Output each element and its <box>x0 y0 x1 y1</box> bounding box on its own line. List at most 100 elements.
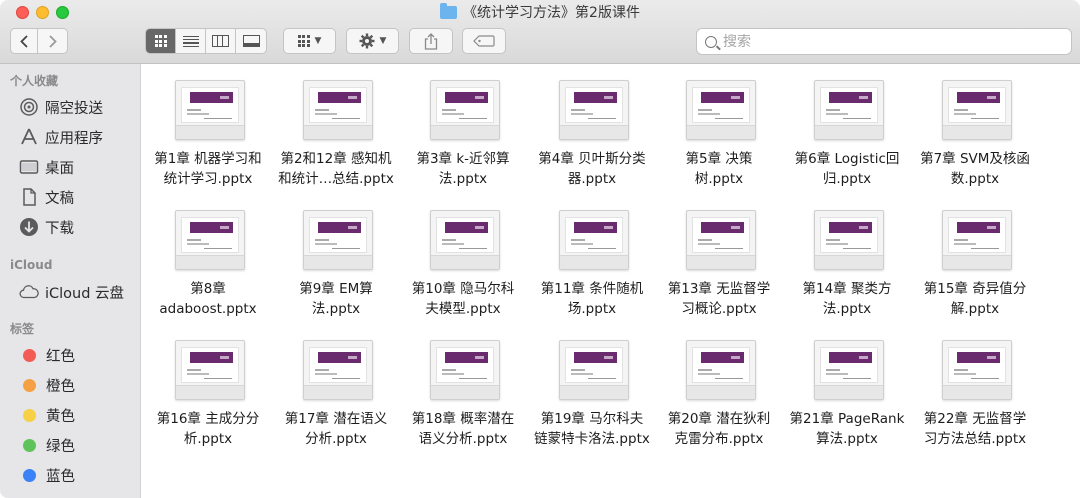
window-title-text: 《统计学习方法》第2版课件 <box>463 5 640 21</box>
tag-item-blue[interactable]: 蓝色 <box>19 463 75 487</box>
file-name: 第5章 决策 树.pptx <box>655 149 783 189</box>
file-name-line: 第22章 无监督学 <box>923 411 1027 427</box>
file-name: 第19章 马尔科夫 链蒙特卡洛法.pptx <box>528 409 656 449</box>
file-name-line: 第1章 机器学习和 <box>154 151 262 167</box>
file-name-line: 语义分析.pptx <box>418 431 508 447</box>
file-name-line: 归.pptx <box>822 171 872 187</box>
pptx-thumbnail-icon <box>942 340 1012 400</box>
list-view-button[interactable] <box>176 29 206 53</box>
sidebar-item-desktop[interactable]: 桌面 <box>19 155 74 179</box>
search-icon <box>705 35 717 48</box>
share-button[interactable] <box>409 28 453 54</box>
search-field[interactable] <box>696 28 1072 55</box>
file-item[interactable]: 第13章 无监督学 习概论.pptx <box>655 194 783 322</box>
file-name-line: 第4章 贝叶斯分类 <box>538 151 646 167</box>
file-item[interactable]: 第1章 机器学习和 统计学习.pptx <box>144 64 272 192</box>
orange-tag-dot-icon <box>23 378 36 392</box>
file-item[interactable]: 第2和12章 感知机 和统计…总结.pptx <box>272 64 400 192</box>
file-item[interactable]: 第11章 条件随机 场.pptx <box>528 194 656 322</box>
file-item[interactable]: 第14章 聚类方 法.pptx <box>783 194 911 322</box>
file-item[interactable]: 第5章 决策 树.pptx <box>655 64 783 192</box>
file-name-line: 树.pptx <box>694 171 744 187</box>
file-item[interactable]: 第18章 概率潜在 语义分析.pptx <box>399 324 527 452</box>
applications-icon <box>19 127 39 147</box>
file-name-line: 法.pptx <box>438 171 488 187</box>
file-name-line: 场.pptx <box>567 301 617 317</box>
icloud-header: iCloud <box>10 258 53 272</box>
sidebar-item-airdrop[interactable]: 隔空投送 <box>19 95 103 119</box>
tag-item-red[interactable]: 红色 <box>19 343 75 367</box>
file-name-line: 第8章 <box>190 281 226 297</box>
action-button[interactable]: ▼ <box>346 28 399 54</box>
back-button[interactable] <box>10 28 38 54</box>
file-name-line: 算法.pptx <box>816 431 878 447</box>
pptx-thumbnail-icon <box>430 80 500 140</box>
file-name: 第14章 聚类方 法.pptx <box>783 279 911 319</box>
file-item[interactable]: 第21章 PageRank 算法.pptx <box>783 324 911 452</box>
pptx-thumbnail-icon <box>686 210 756 270</box>
cloud-icon <box>19 282 39 302</box>
file-item[interactable]: 第15章 奇异值分 解.pptx <box>911 194 1039 322</box>
airdrop-icon <box>19 97 39 117</box>
tag-item-green[interactable]: 绿色 <box>19 433 75 457</box>
file-item[interactable]: 第8章 adaboost.pptx <box>144 194 272 322</box>
icon-view-button[interactable] <box>146 29 176 53</box>
tag-label: 黄色 <box>46 408 75 425</box>
red-tag-dot-icon <box>23 348 36 362</box>
file-name: 第1章 机器学习和 统计学习.pptx <box>144 149 272 189</box>
file-item[interactable]: 第17章 潜在语义 分析.pptx <box>272 324 400 452</box>
file-name: 第20章 潜在狄利 克雷分布.pptx <box>655 409 783 449</box>
chevron-right-icon <box>48 34 57 48</box>
chevron-down-icon: ▼ <box>379 36 387 46</box>
pptx-thumbnail-icon <box>430 210 500 270</box>
file-name-line: 第11章 条件随机 <box>540 281 644 297</box>
sidebar-item-label: 文稿 <box>45 190 74 207</box>
tag-button[interactable] <box>462 28 506 54</box>
file-item[interactable]: 第22章 无监督学 习方法总结.pptx <box>911 324 1039 452</box>
file-name-line: 第16章 主成分分 <box>156 411 260 427</box>
favorites-header: 个人收藏 <box>10 74 59 88</box>
column-view-button[interactable] <box>206 29 236 53</box>
file-item[interactable]: 第19章 马尔科夫 链蒙特卡洛法.pptx <box>528 324 656 452</box>
file-item[interactable]: 第9章 EM算 法.pptx <box>272 194 400 322</box>
toolbar: 《统计学习方法》第2版课件 ▼ ▼ 搜索 <box>0 0 1080 64</box>
file-item[interactable]: 第16章 主成分分 析.pptx <box>144 324 272 452</box>
green-tag-dot-icon <box>23 438 36 452</box>
pptx-thumbnail-icon <box>686 80 756 140</box>
file-name: 第9章 EM算 法.pptx <box>272 279 400 319</box>
tag-label: 蓝色 <box>46 468 75 485</box>
file-name-line: 习概论.pptx <box>681 301 757 317</box>
sidebar-item-documents[interactable]: 文稿 <box>19 185 74 209</box>
tag-item-orange[interactable]: 橙色 <box>19 373 75 397</box>
file-name-line: 解.pptx <box>950 301 1000 317</box>
file-item[interactable]: 第10章 隐马尔科 夫模型.pptx <box>399 194 527 322</box>
tag-item-yellow[interactable]: 黄色 <box>19 403 75 427</box>
file-name-line: 习方法总结.pptx <box>923 431 1027 447</box>
file-name: 第13章 无监督学 习概论.pptx <box>655 279 783 319</box>
group-button[interactable]: ▼ <box>283 28 336 54</box>
pptx-thumbnail-icon <box>686 340 756 400</box>
file-item[interactable]: 第3章 k-近邻算 法.pptx <box>399 64 527 192</box>
file-name-line: 法.pptx <box>822 301 872 317</box>
file-name-line: 第10章 隐马尔科 <box>411 281 515 297</box>
file-name-line: 第9章 EM算 <box>299 281 373 297</box>
file-item[interactable]: 第7章 SVM及核函 数.pptx <box>911 64 1039 192</box>
sidebar-item-applications[interactable]: 应用程序 <box>19 125 103 149</box>
sidebar-item-icloud-drive[interactable]: iCloud 云盘 <box>19 280 124 304</box>
pptx-thumbnail-icon <box>175 80 245 140</box>
search-input[interactable] <box>723 33 1043 50</box>
file-name-line: 第6章 Logistic回 <box>794 151 900 167</box>
file-item[interactable]: 第20章 潜在狄利 克雷分布.pptx <box>655 324 783 452</box>
folder-icon <box>440 3 458 19</box>
file-name: 第18章 概率潜在 语义分析.pptx <box>399 409 527 449</box>
tag-label: 红色 <box>46 348 75 365</box>
sidebar-item-downloads[interactable]: 下载 <box>19 215 74 239</box>
forward-button[interactable] <box>38 28 68 54</box>
file-name-line: 统计学习.pptx <box>163 171 253 187</box>
gallery-view-button[interactable] <box>236 29 266 53</box>
tags-header: 标签 <box>10 322 35 336</box>
sidebar-item-label: 桌面 <box>45 160 74 177</box>
file-item[interactable]: 第6章 Logistic回 归.pptx <box>783 64 911 192</box>
pptx-thumbnail-icon <box>814 80 884 140</box>
file-item[interactable]: 第4章 贝叶斯分类 器.pptx <box>528 64 656 192</box>
